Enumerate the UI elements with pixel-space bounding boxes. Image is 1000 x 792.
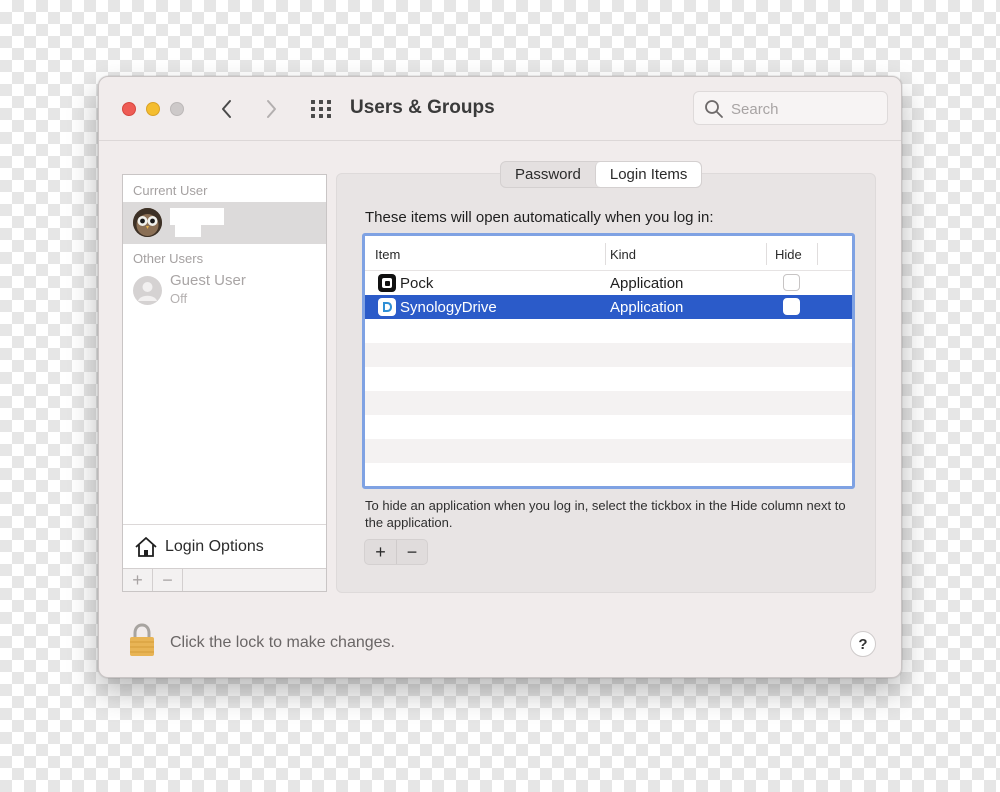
show-all-grid-icon[interactable]: [309, 98, 333, 120]
close-button[interactable]: [122, 102, 136, 116]
hide-hint-text: To hide an application when you log in, …: [365, 498, 846, 530]
column-item[interactable]: Item: [375, 247, 400, 262]
column-kind[interactable]: Kind: [610, 247, 636, 262]
hide-checkbox[interactable]: [783, 298, 800, 315]
column-divider: [817, 243, 818, 265]
add-login-item-button[interactable]: +: [365, 540, 396, 564]
tab-password[interactable]: Password: [501, 162, 595, 187]
search-field[interactable]: Search: [693, 91, 888, 125]
forward-button[interactable]: [259, 95, 283, 123]
guest-user-status: Off: [170, 291, 188, 306]
pock-app-icon: [378, 274, 396, 292]
empty-row: [365, 439, 852, 463]
column-hide[interactable]: Hide: [775, 247, 802, 262]
redacted-role: [175, 225, 201, 237]
item-cell: SynologyDrive: [378, 298, 497, 316]
column-divider: [605, 243, 606, 265]
item-cell: Pock: [378, 274, 433, 292]
kind-cell: Application: [610, 299, 684, 316]
house-icon: [135, 537, 157, 557]
login-items-intro: These items will open automatically when…: [365, 209, 714, 226]
lock-message: Click the lock to make changes.: [170, 634, 395, 651]
current-user-row[interactable]: [123, 202, 326, 244]
titlebar: Users & Groups Search: [99, 77, 901, 141]
remove-user-button[interactable]: −: [153, 569, 183, 591]
users-sidebar: Current User Other Users Guest User Off …: [122, 174, 327, 592]
other-users-header: Other Users: [133, 251, 204, 266]
chevron-left-icon: [222, 100, 231, 118]
item-name: SynologyDrive: [400, 298, 497, 316]
synology-drive-app-icon: [378, 298, 396, 316]
login-items-table: Item Kind Hide Pock Application Synology…: [362, 233, 855, 489]
window-title: Users & Groups: [350, 97, 495, 118]
chevron-right-icon: [267, 100, 276, 118]
table-row[interactable]: Pock Application: [365, 271, 852, 295]
back-button[interactable]: [215, 95, 239, 123]
preferences-window: Users & Groups Search Current User Other…: [98, 76, 902, 678]
table-row[interactable]: SynologyDrive Application: [365, 295, 852, 319]
lock-icon[interactable]: [128, 623, 156, 657]
tab-bar: Password Login Items: [500, 161, 703, 188]
guest-user-name[interactable]: Guest User: [170, 272, 246, 289]
guest-avatar: [133, 276, 162, 305]
hide-checkbox[interactable]: [783, 274, 800, 291]
column-divider: [766, 243, 767, 265]
login-options-label: Login Options: [165, 538, 264, 555]
current-user-header: Current User: [133, 183, 208, 198]
add-remove-control: + −: [364, 539, 428, 565]
zoom-button[interactable]: [170, 102, 184, 116]
kind-cell: Application: [610, 275, 684, 292]
redacted-name: [170, 208, 224, 225]
minimize-button[interactable]: [146, 102, 160, 116]
tab-login-items[interactable]: Login Items: [594, 162, 702, 187]
item-name: Pock: [400, 274, 434, 292]
sidebar-footer: + −: [123, 568, 326, 591]
empty-row: [365, 343, 852, 367]
table-header: Item Kind Hide: [365, 236, 852, 271]
add-user-button[interactable]: +: [123, 569, 153, 591]
search-icon: [705, 100, 723, 118]
help-button[interactable]: ?: [850, 631, 876, 657]
remove-login-item-button[interactable]: −: [395, 540, 427, 564]
owl-avatar: [133, 208, 162, 237]
search-placeholder: Search: [731, 101, 779, 118]
empty-row: [365, 391, 852, 415]
login-options-item[interactable]: Login Options: [123, 524, 326, 568]
